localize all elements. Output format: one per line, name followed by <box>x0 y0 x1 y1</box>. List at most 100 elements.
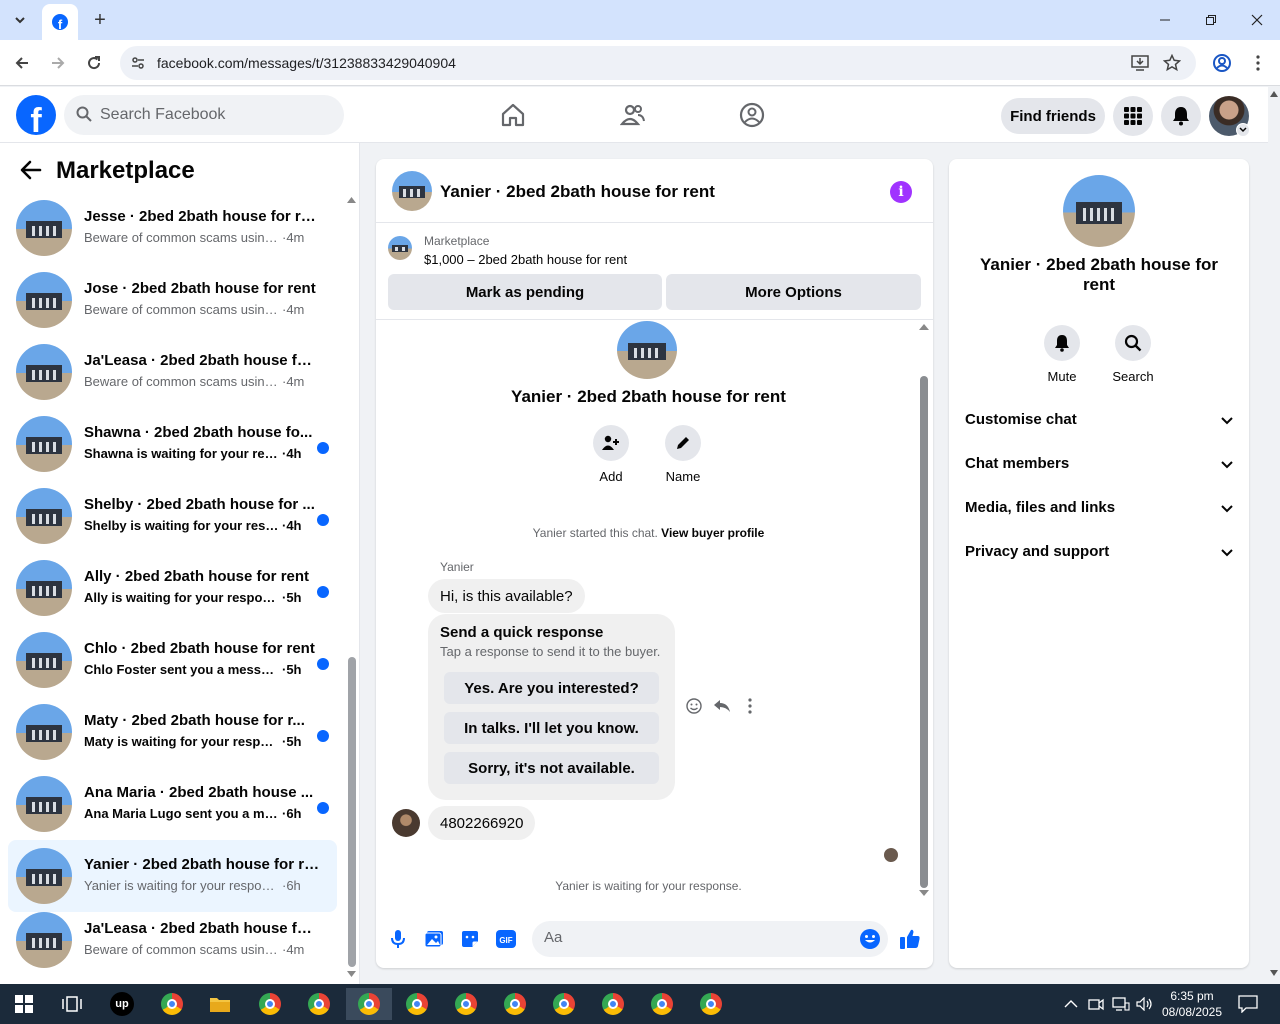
microphone-icon[interactable] <box>386 927 410 951</box>
unread-dot <box>317 802 329 814</box>
browser-menu-icon[interactable] <box>1244 49 1272 77</box>
conversation-item[interactable]: Yanier · 2bed 2bath house for rent Yanier… <box>8 840 337 912</box>
details-avatar[interactable] <box>1063 175 1135 247</box>
chevron-down-icon[interactable] <box>1236 123 1250 137</box>
emoji-icon[interactable] <box>859 928 881 950</box>
browser-tab-facebook[interactable]: f <box>42 4 78 40</box>
chat-window: Yanier · 2bed 2bath house for rent i Mar… <box>376 159 933 968</box>
facebook-logo[interactable]: f <box>16 95 56 135</box>
message-input[interactable] <box>532 921 888 957</box>
phone-number-message[interactable]: 4802266920 <box>428 806 536 840</box>
groups-icon[interactable] <box>738 101 766 129</box>
reply-icon[interactable] <box>712 696 732 716</box>
chrome-taskbar-icon[interactable] <box>152 988 192 1020</box>
privacy-support-section[interactable]: Privacy and support <box>965 532 1237 572</box>
customise-chat-section[interactable]: Customise chat <box>965 400 1237 440</box>
url-field[interactable]: facebook.com/messages/t/3123883342904090… <box>120 46 1196 80</box>
mute-button[interactable]: Mute <box>1032 325 1092 384</box>
windows-start-icon[interactable] <box>4 988 44 1020</box>
page-scrollbar[interactable] <box>1268 87 1280 984</box>
message-text-field[interactable] <box>544 929 844 946</box>
conversation-item[interactable]: Shelby · 2bed 2bath house for ... Shelby … <box>8 488 337 560</box>
conversation-item[interactable]: Jesse · 2bed 2bath house for rent Beware … <box>8 200 337 272</box>
chrome-taskbar-icon[interactable] <box>495 988 535 1020</box>
chrome-taskbar-icon[interactable] <box>691 988 731 1020</box>
name-button[interactable]: Name <box>653 425 713 484</box>
sticker-icon[interactable] <box>458 927 482 951</box>
chrome-taskbar-icon-active[interactable] <box>346 988 392 1020</box>
conversation-item[interactable]: Ja'Leasa · 2bed 2bath house for ... Bewar… <box>8 912 337 984</box>
more-actions-icon[interactable] <box>740 696 760 716</box>
notifications-bell-icon[interactable] <box>1161 96 1201 136</box>
back-arrow-icon[interactable] <box>20 160 42 185</box>
chat-title[interactable]: Yanier · 2bed 2bath house for rent <box>440 182 715 202</box>
meet-now-icon[interactable] <box>1088 984 1104 1024</box>
quick-reply-yes-button[interactable]: Yes. Are you interested? <box>444 672 659 704</box>
forward-icon[interactable] <box>44 49 72 77</box>
bookmark-star-icon[interactable] <box>1162 53 1182 73</box>
conversation-item[interactable]: Jose · 2bed 2bath house for rent Beware o… <box>8 272 337 344</box>
search-in-chat-button[interactable]: Search <box>1103 325 1163 384</box>
conversation-item[interactable]: Ana Maria · 2bed 2bath house ... Ana Mari… <box>8 776 337 848</box>
action-center-icon[interactable] <box>1238 984 1258 1024</box>
conversation-list-scrollbar[interactable] <box>347 197 356 977</box>
volume-icon[interactable] <box>1136 984 1154 1024</box>
system-clock[interactable]: 6:35 pm 08/08/2025 <box>1160 988 1224 1020</box>
minimize-icon[interactable] <box>1142 0 1188 40</box>
react-emoji-icon[interactable] <box>684 696 704 716</box>
restore-icon[interactable] <box>1188 0 1234 40</box>
thread-scrollbar[interactable] <box>919 324 929 896</box>
reload-icon[interactable] <box>80 49 108 77</box>
new-tab-icon[interactable]: + <box>86 6 114 34</box>
listing-thumbnail[interactable] <box>392 171 432 211</box>
chrome-taskbar-icon[interactable] <box>593 988 633 1020</box>
chrome-taskbar-icon[interactable] <box>250 988 290 1020</box>
message-bubble[interactable]: Hi, is this available? <box>428 579 585 613</box>
home-icon[interactable] <box>499 101 527 129</box>
chevron-down-icon <box>1221 412 1233 430</box>
mark-as-pending-button[interactable]: Mark as pending <box>388 274 662 310</box>
site-info-icon[interactable] <box>128 53 148 73</box>
file-explorer-icon[interactable] <box>200 988 240 1020</box>
friends-icon[interactable] <box>619 101 647 129</box>
quick-reply-not-available-button[interactable]: Sorry, it's not available. <box>444 752 659 784</box>
chrome-taskbar-icon[interactable] <box>642 988 682 1020</box>
browser-tab-bar: f + <box>0 0 1280 40</box>
chrome-taskbar-icon[interactable] <box>544 988 584 1020</box>
upwork-app-icon[interactable]: up <box>102 988 142 1020</box>
back-icon[interactable] <box>8 49 36 77</box>
install-app-icon[interactable] <box>1130 53 1150 73</box>
menu-grid-icon[interactable] <box>1113 96 1153 136</box>
unread-dot <box>317 730 329 742</box>
conversation-preview: Shelby is waiting for your respo... <box>84 518 280 533</box>
like-thumbs-up-icon[interactable] <box>898 927 922 951</box>
more-options-button[interactable]: More Options <box>666 274 921 310</box>
task-view-icon[interactable] <box>52 988 92 1020</box>
chrome-taskbar-icon[interactable] <box>299 988 339 1020</box>
conversation-item[interactable]: Shawna · 2bed 2bath house fo... Shawna is… <box>8 416 337 488</box>
conversation-item[interactable]: Ja'Leasa · 2bed 2bath house for ... Bewar… <box>8 344 337 416</box>
quick-reply-in-talks-button[interactable]: In talks. I'll let you know. <box>444 712 659 744</box>
conversation-item[interactable]: Ally · 2bed 2bath house for rent Ally is … <box>8 560 337 632</box>
view-buyer-profile-link[interactable]: View buyer profile <box>661 526 764 540</box>
info-icon[interactable]: i <box>890 181 912 203</box>
chrome-taskbar-icon[interactable] <box>397 988 437 1020</box>
find-friends-button[interactable]: Find friends <box>1001 98 1105 134</box>
chat-members-section[interactable]: Chat members <box>965 444 1237 484</box>
profile-icon[interactable] <box>1208 49 1236 77</box>
network-icon[interactable] <box>1112 984 1130 1024</box>
listing-small-thumbnail[interactable] <box>388 236 412 260</box>
photo-icon[interactable] <box>422 927 446 951</box>
conversation-item[interactable]: Chlo · 2bed 2bath house for rent Chlo Fos… <box>8 632 337 704</box>
listing-price[interactable]: $1,000 – 2bed 2bath house for rent <box>424 252 627 267</box>
chrome-taskbar-icon[interactable] <box>446 988 486 1020</box>
add-button[interactable]: Add <box>581 425 641 484</box>
close-window-icon[interactable] <box>1234 0 1280 40</box>
show-hidden-icons-chevron-icon[interactable] <box>1064 984 1078 1024</box>
media-files-links-section[interactable]: Media, files and links <box>965 488 1237 528</box>
gif-icon[interactable]: GIF <box>494 927 518 951</box>
facebook-search-input[interactable]: Search Facebook <box>64 95 344 135</box>
sender-avatar[interactable] <box>392 809 420 837</box>
conversation-item[interactable]: Maty · 2bed 2bath house for r... Maty is … <box>8 704 337 776</box>
tab-search-icon[interactable] <box>6 6 34 34</box>
